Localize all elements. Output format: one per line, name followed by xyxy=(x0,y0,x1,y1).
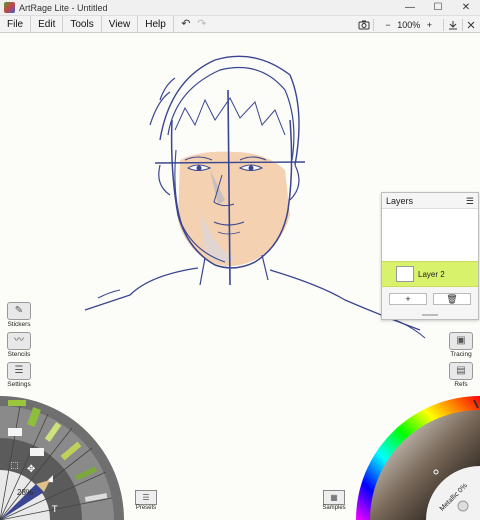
layers-menu-icon[interactable]: ☰ xyxy=(466,193,474,208)
separator xyxy=(462,18,463,31)
samples-icon: ▦ xyxy=(323,490,345,505)
close-button[interactable]: ✕ xyxy=(452,0,480,16)
presets-button[interactable]: ☰ Presets xyxy=(134,490,158,514)
minimize-button[interactable]: — xyxy=(396,0,424,16)
samples-button[interactable]: ▦ Samples xyxy=(322,490,346,514)
separator xyxy=(443,18,444,31)
stickers-icon: ✎ xyxy=(7,302,31,320)
samples-label: Samples xyxy=(322,505,346,511)
delete-layer-button[interactable]: 🗑 xyxy=(433,293,471,305)
window-title: ArtRage Lite - Untitled xyxy=(19,2,108,13)
zoom-in-button[interactable]: + xyxy=(427,20,432,30)
refs-icon: ▤ xyxy=(449,362,473,380)
stencils-label: Stencils xyxy=(7,351,31,358)
settings-label: Settings xyxy=(7,381,31,388)
undo-button[interactable]: ↶ xyxy=(178,17,194,31)
maximize-button[interactable]: ☐ xyxy=(424,0,452,16)
layer-name: Layer 2 xyxy=(418,269,445,279)
layers-panel: Layers ☰ Layer 2 + 🗑 xyxy=(381,192,479,320)
layer-item[interactable]: Layer 2 xyxy=(382,261,478,287)
window-controls: — ☐ ✕ xyxy=(396,0,480,16)
separator xyxy=(373,18,375,31)
layer-thumbnail xyxy=(396,266,414,282)
presets-icon: ☰ xyxy=(135,490,157,505)
layers-tools: + 🗑 xyxy=(382,287,478,311)
refs-button[interactable]: ▤ Refs xyxy=(448,362,474,390)
menu-tools[interactable]: Tools xyxy=(63,15,102,33)
tracing-label: Tracing xyxy=(450,351,472,358)
layers-title: Layers xyxy=(386,196,414,206)
redo-button[interactable]: ↷ xyxy=(194,17,210,31)
presets-label: Presets xyxy=(135,505,157,511)
settings-icon: ☰ xyxy=(7,362,31,380)
color-wheel-graphic xyxy=(356,396,480,520)
svg-text:T: T xyxy=(51,505,58,515)
undo-redo-group: ↶ ↷ xyxy=(178,17,210,31)
layers-grip-handle[interactable] xyxy=(382,311,478,319)
tracing-icon: ▣ xyxy=(449,332,473,350)
svg-text:✥: ✥ xyxy=(27,464,35,475)
app-icon xyxy=(4,2,15,13)
stickers-label: Stickers xyxy=(7,321,31,328)
menu-bar: File Edit Tools View Help ↶ ↷ − 100% + xyxy=(0,15,480,33)
stickers-button[interactable]: ✎ Stickers xyxy=(6,302,32,330)
tool-wheel-graphic: ⬚ ✥ ◢ T xyxy=(0,396,124,520)
svg-text:⬚: ⬚ xyxy=(10,461,19,471)
add-layer-button[interactable]: + xyxy=(389,293,427,305)
stencils-button[interactable]: 〰 Stencils xyxy=(6,332,32,360)
title-bar: ArtRage Lite - Untitled — ☐ ✕ xyxy=(0,0,480,16)
layers-panel-header: Layers ☰ xyxy=(382,193,478,209)
close-canvas-icon[interactable] xyxy=(466,20,476,30)
menu-view[interactable]: View xyxy=(102,15,139,33)
menu-file[interactable]: File xyxy=(0,15,32,33)
menu-edit[interactable]: Edit xyxy=(31,15,64,33)
tracing-button[interactable]: ▣ Tracing xyxy=(448,332,474,360)
menu-help[interactable]: Help xyxy=(138,15,174,33)
download-icon[interactable] xyxy=(447,20,459,30)
stencils-icon: 〰 xyxy=(7,332,31,350)
tool-picker-wheel[interactable]: ⬚ ✥ ◢ T 28% xyxy=(0,388,130,520)
layers-list xyxy=(382,209,478,261)
settings-button[interactable]: ☰ Settings xyxy=(6,362,32,390)
brush-size-value: 28% xyxy=(17,488,34,497)
menu-right-tools: − 100% + xyxy=(358,16,476,33)
camera-icon[interactable] xyxy=(358,20,370,30)
refs-label: Refs xyxy=(454,381,468,388)
zoom-level: 100% xyxy=(397,19,421,30)
zoom-out-button[interactable]: − xyxy=(385,20,390,30)
color-picker-wheel[interactable]: Metallic 0% xyxy=(350,388,480,520)
zoom-control: − 100% + xyxy=(383,20,434,30)
